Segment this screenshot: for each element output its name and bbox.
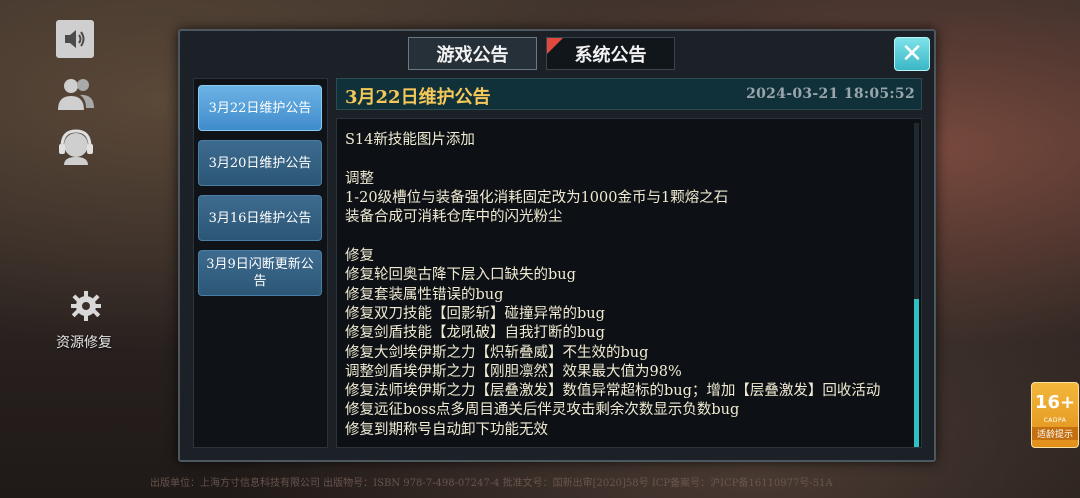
tab-system-label: 系统公告 [574, 44, 647, 66]
announcement-title-bar: 3月22日维护公告 2024-03-21 18:05:52 [336, 78, 922, 110]
content-line: 修复法师埃伊斯之力【层叠激发】数值异常超标的bug；增加【层叠激发】回收活动 [345, 383, 881, 400]
customer-service-icon[interactable] [56, 127, 96, 167]
scrollbar-thumb[interactable] [914, 299, 919, 447]
announcement-title: 3月22日维护公告 [345, 87, 491, 108]
list-item[interactable]: 3月22日维护公告 [198, 85, 322, 131]
announcement-timestamp: 2024-03-21 18:05:52 [746, 86, 915, 102]
resource-repair-label: 资源修复 [56, 335, 112, 351]
resource-repair-button[interactable]: 资源修复 [52, 290, 116, 352]
speaker-icon[interactable] [56, 20, 94, 58]
age-rating-badge[interactable]: 16+ CADPA 适龄提示 [1031, 382, 1079, 448]
content-line: 调整 [345, 170, 374, 187]
announcement-body: S14新技能图片添加 调整 1-20级槽位与装备强化消耗固定改为1000金币与1… [345, 119, 907, 440]
content-line: 1-20级槽位与装备强化消耗固定改为1000金币与1颗熔之石 [345, 190, 729, 207]
content-line: 修复套装属性错误的bug [345, 286, 504, 303]
tab-system-announcement[interactable]: 系统公告 [546, 37, 675, 70]
close-icon: ✕ [901, 39, 923, 69]
announcement-list: 3月22日维护公告 3月20日维护公告 3月16日维护公告 3月9日闪断更新公告 [193, 78, 328, 448]
content-line: 修复大剑埃伊斯之力【炽斩叠威】不生效的bug [345, 344, 649, 361]
gear-icon [71, 291, 101, 321]
content-line: 修复远征boss点多周目通关后伴灵攻击剩余次数显示负数bug [345, 402, 740, 419]
new-flag-icon [547, 38, 563, 54]
footer-text: 出版单位：上海方寸信息科技有限公司 出版物号：ISBN 978-7-498-07… [150, 478, 833, 489]
close-button[interactable]: ✕ [894, 37, 930, 71]
friends-icon[interactable] [56, 74, 96, 114]
content-line: 修复剑盾技能【龙吼破】自我打断的bug [345, 325, 605, 342]
age-rating-tip: 适龄提示 [1032, 427, 1078, 440]
announcement-panel: 游戏公告 系统公告 ✕ 3月22日维护公告 3月20日维护公告 3月16日维护公… [178, 29, 936, 462]
content-line: 修复轮回奥古降下层入口缺失的bug [345, 267, 576, 284]
content-line: 修复双刀技能【回影斩】碰撞异常的bug [345, 305, 605, 322]
age-rating-value: 16+ [1034, 392, 1076, 413]
tab-game-announcement[interactable]: 游戏公告 [408, 37, 537, 70]
list-item[interactable]: 3月9日闪断更新公告 [198, 250, 322, 296]
content-line [345, 151, 907, 170]
age-rating-org: CADPA [1043, 417, 1067, 424]
content-line: S14新技能图片添加 [345, 132, 475, 149]
content-line: 装备合成可消耗仓库中的闪光粉尘 [345, 209, 563, 226]
content-line: 修复到期称号自动卸下功能无效 [345, 421, 548, 438]
content-line [345, 119, 907, 131]
list-item[interactable]: 3月20日维护公告 [198, 140, 322, 186]
content-line [345, 228, 907, 247]
footer-publisher-info: 出版单位：上海方寸信息科技有限公司 出版物号：ISBN 978-7-498-07… [150, 474, 833, 489]
content-line: 修复 [345, 248, 374, 265]
content-line: 调整剑盾埃伊斯之力【刚胆凛然】效果最大值为98% [345, 363, 682, 380]
list-item[interactable]: 3月16日维护公告 [198, 195, 322, 241]
announcement-content[interactable]: S14新技能图片添加 调整 1-20级槽位与装备强化消耗固定改为1000金币与1… [336, 118, 922, 448]
